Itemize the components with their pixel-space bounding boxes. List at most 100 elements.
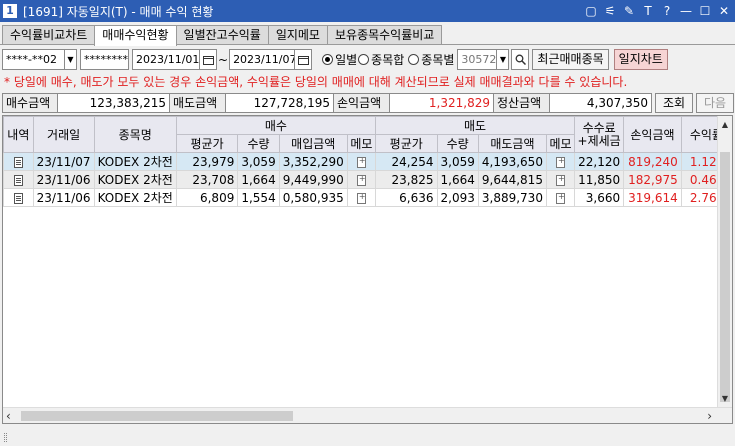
stock-name-cell: KODEX 2차전 [93, 170, 177, 189]
detail-cell[interactable] [3, 188, 34, 207]
help-icon[interactable]: ? [660, 3, 674, 18]
sell-memo-cell[interactable] [545, 188, 576, 207]
col-header-sell-avg[interactable]: 평균가 [374, 134, 438, 153]
recent-trades-button[interactable]: 최근매매종목 [532, 49, 609, 70]
maximize-icon[interactable]: ☐ [698, 3, 712, 18]
font-icon[interactable]: T [641, 3, 655, 18]
date-to-input[interactable]: 2023/11/07 [229, 49, 296, 70]
vertical-scroll-thumb[interactable] [720, 152, 730, 402]
col-header-detail[interactable]: 내역 [3, 116, 34, 153]
radio-selected-icon [322, 54, 334, 65]
next-button[interactable]: 다음 [696, 93, 734, 113]
memo-icon[interactable] [356, 156, 366, 168]
search-icon[interactable] [511, 49, 530, 70]
stock-code-input[interactable]: 305720 [457, 49, 498, 70]
sell-amount-cell: 3,889,730 [477, 188, 547, 207]
account-dropdown-icon[interactable]: ▼ [65, 49, 77, 70]
scroll-down-icon[interactable]: ▼ [718, 392, 732, 406]
pl-cell: 182,975 [623, 170, 682, 189]
buy-avg-cell: 23,708 [175, 170, 239, 189]
calendar-icon[interactable] [200, 49, 217, 70]
buy-memo-cell[interactable] [346, 188, 376, 207]
col-header-sell-memo[interactable]: 메모 [545, 134, 576, 153]
pl-cell: 319,614 [623, 188, 682, 207]
settle-amount-label: 정산금액 [494, 93, 550, 113]
sell-avg-cell: 6,636 [374, 188, 438, 207]
trade-table: 내역 거래일 종목명 매수 매도 수수료 +제세금 손익금액 수익률 평균가 수… [3, 116, 732, 207]
buy-amount-label: 매수금액 [2, 93, 58, 113]
horizontal-scrollbar[interactable]: ‹ › [3, 407, 732, 423]
tab-trade-profit-status[interactable]: 매매수익현황 [94, 25, 177, 46]
col-header-trade-date[interactable]: 거래일 [32, 116, 95, 153]
scroll-left-icon[interactable]: ‹ [6, 409, 11, 423]
table-row[interactable]: 23/11/07 KODEX 2차전 23,979 3,059 3,352,29… [3, 152, 732, 171]
col-header-sell-amount[interactable]: 매도금액 [477, 134, 547, 153]
detail-cell[interactable] [3, 152, 34, 171]
col-header-pl[interactable]: 손익금액 [623, 116, 682, 153]
query-toolbar: ****-**02 ▼ ******** 2023/11/01 ~ 2023/1… [2, 49, 668, 70]
buy-memo-cell[interactable] [346, 170, 376, 189]
buy-amount-cell: 9,449,990 [278, 170, 348, 189]
col-group-buy: 매수 [175, 116, 376, 135]
sell-qty-cell: 1,664 [436, 170, 479, 189]
document-icon[interactable] [13, 192, 23, 204]
col-header-buy-memo[interactable]: 메모 [346, 134, 376, 153]
col-header-buy-qty[interactable]: 수량 [237, 134, 280, 153]
account-select[interactable]: ****-**02 [2, 49, 65, 70]
document-icon[interactable] [13, 174, 23, 186]
stock-dropdown-icon[interactable]: ▼ [497, 49, 510, 70]
scroll-up-icon[interactable]: ▲ [718, 118, 732, 132]
buy-qty-cell: 1,554 [237, 188, 280, 207]
memo-icon[interactable] [356, 192, 366, 204]
buy-amount-value: 123,383,215 [58, 93, 170, 113]
journal-chart-button[interactable]: 일지차트 [613, 49, 668, 70]
calendar-icon[interactable] [295, 49, 313, 70]
radio-unselected-icon [358, 54, 370, 65]
table-row[interactable]: 23/11/06 KODEX 2차전 23,708 1,664 9,449,99… [3, 170, 732, 189]
close-icon[interactable]: ✕ [717, 3, 731, 18]
sell-memo-cell[interactable] [545, 152, 576, 171]
edit-icon[interactable]: ✎ [622, 3, 636, 18]
memo-icon[interactable] [556, 156, 566, 168]
vertical-scrollbar[interactable]: ▲ ▼ [717, 116, 732, 408]
link-icon[interactable]: ⚟ [603, 3, 617, 18]
query-button[interactable]: 조회 [655, 93, 693, 113]
pl-amount-label: 손익금액 [334, 93, 390, 113]
trade-grid: 내역 거래일 종목명 매수 매도 수수료 +제세금 손익금액 수익률 평균가 수… [2, 115, 733, 424]
tab-holdings-return-compare[interactable]: 보유종목수익률비교 [326, 25, 443, 45]
scroll-right-icon[interactable]: › [707, 409, 712, 423]
sell-memo-cell[interactable] [545, 170, 576, 189]
radio-stock-sum[interactable]: 종목합 [358, 51, 404, 68]
tab-daily-balance-return[interactable]: 일별잔고수익률 [175, 25, 269, 45]
memo-icon[interactable] [356, 174, 366, 186]
resize-grip-icon[interactable] [4, 433, 7, 442]
col-header-buy-avg[interactable]: 평균가 [175, 134, 239, 153]
settle-amount-value: 4,307,350 [550, 93, 652, 113]
trade-date-cell: 23/11/07 [32, 152, 95, 171]
stock-name-cell: KODEX 2차전 [93, 188, 177, 207]
buy-memo-cell[interactable] [346, 152, 376, 171]
memo-icon[interactable] [556, 192, 566, 204]
radio-by-stock[interactable]: 종목별 [408, 51, 454, 68]
tab-journal-memo[interactable]: 일지메모 [267, 25, 328, 45]
layout-icon[interactable]: ▢ [584, 3, 598, 18]
col-header-sell-qty[interactable]: 수량 [436, 134, 479, 153]
sell-qty-cell: 3,059 [436, 152, 479, 171]
col-header-buy-amount[interactable]: 매입금액 [278, 134, 348, 153]
col-header-stock-name[interactable]: 종목명 [93, 116, 177, 153]
password-field[interactable]: ******** [80, 49, 129, 70]
fee-cell: 3,660 [574, 188, 625, 207]
table-row[interactable]: 23/11/06 KODEX 2차전 6,809 1,554 0,580,935… [3, 188, 732, 207]
sell-amount-label: 매도금액 [170, 93, 226, 113]
tab-return-compare-chart[interactable]: 수익률비교차트 [2, 25, 96, 45]
date-from-input[interactable]: 2023/11/01 [132, 49, 200, 70]
document-icon[interactable] [13, 156, 23, 168]
minimize-icon[interactable]: — [679, 3, 693, 18]
horizontal-scroll-thumb[interactable] [21, 411, 293, 421]
radio-daily[interactable]: 일별 [322, 51, 357, 68]
col-header-fee[interactable]: 수수료 +제세금 [574, 116, 625, 153]
radio-by-stock-label: 종목별 [421, 53, 455, 67]
memo-icon[interactable] [556, 174, 566, 186]
warning-notice: * 당일에 매수, 매도가 모두 있는 경우 손익금액, 수익률은 당일의 매매… [4, 75, 628, 89]
detail-cell[interactable] [3, 170, 34, 189]
